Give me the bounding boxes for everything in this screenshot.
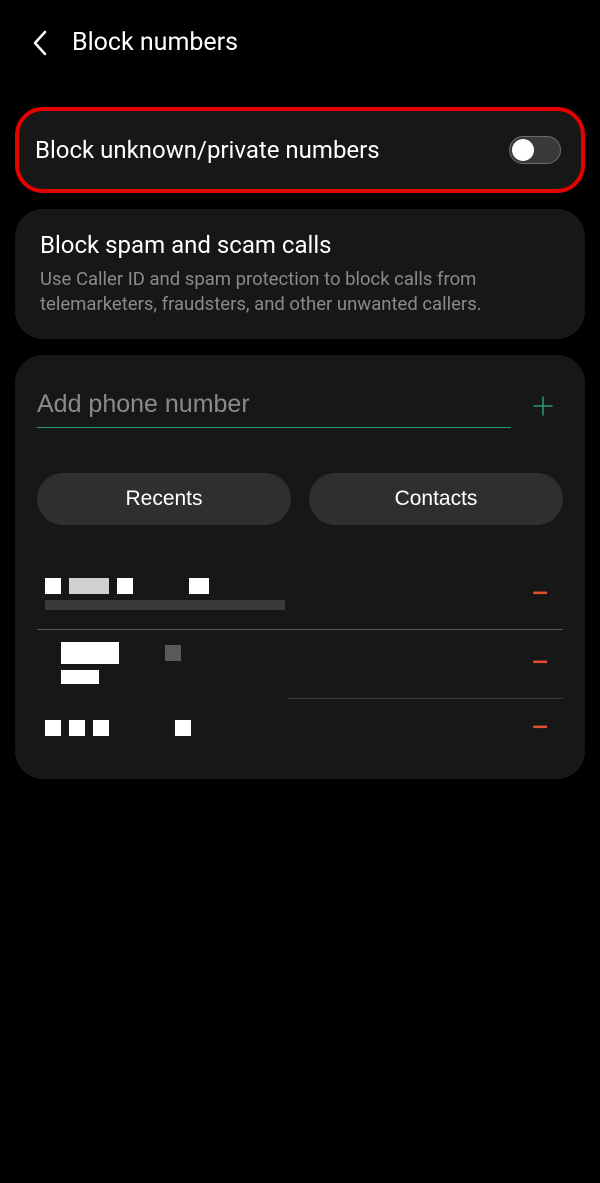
contacts-tab[interactable]: Contacts	[309, 473, 563, 525]
blocked-numbers-panel: Recents Contacts −	[15, 355, 585, 779]
block-spam-setting[interactable]: Block spam and scam calls Use Caller ID …	[15, 209, 585, 339]
block-spam-description: Use Caller ID and spam protection to blo…	[40, 267, 560, 317]
redacted-name	[45, 720, 191, 736]
list-item[interactable]: −	[37, 699, 563, 759]
redacted-number	[61, 670, 181, 684]
chevron-left-icon	[32, 30, 48, 56]
block-unknown-setting[interactable]: Block unknown/private numbers	[15, 107, 585, 193]
back-button[interactable]	[30, 33, 50, 53]
remove-button[interactable]: −	[531, 711, 555, 745]
block-unknown-label: Block unknown/private numbers	[35, 136, 380, 164]
remove-button[interactable]: −	[531, 577, 555, 611]
phone-input[interactable]	[37, 390, 511, 428]
redacted-name	[61, 642, 181, 664]
list-item[interactable]: −	[37, 630, 563, 698]
plus-icon	[531, 394, 555, 418]
page-title: Block numbers	[72, 28, 238, 57]
add-number-button[interactable]	[531, 391, 563, 426]
block-spam-label: Block spam and scam calls	[40, 231, 560, 259]
block-unknown-toggle[interactable]	[509, 136, 561, 164]
remove-button[interactable]: −	[531, 646, 555, 680]
toggle-knob	[512, 139, 534, 161]
redacted-name	[45, 578, 285, 594]
blocked-list: − −	[37, 565, 563, 759]
list-item[interactable]: −	[37, 565, 563, 625]
redacted-number	[45, 600, 285, 610]
recents-tab[interactable]: Recents	[37, 473, 291, 525]
